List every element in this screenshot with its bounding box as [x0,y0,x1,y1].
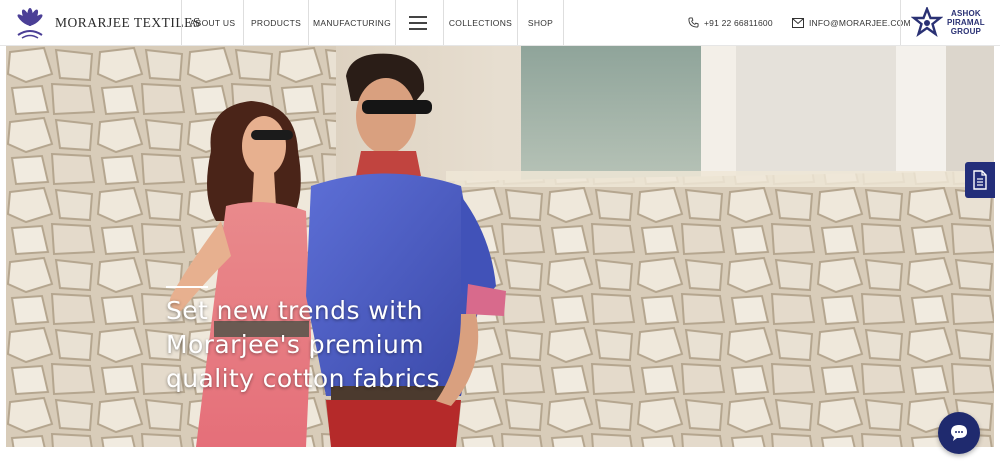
hero-headline: Set new trends with Morarjee's premium q… [166,294,486,396]
headline-line: Set new trends with [166,296,423,325]
group-name: ASHOK PIRAMAL GROUP [947,9,985,36]
email-link[interactable]: INFO@MORARJEE.COM [792,0,911,45]
brochure-button[interactable] [965,162,995,198]
brand[interactable]: MORARJEE TEXTILES [14,4,201,42]
hero-photo [6,46,994,447]
chat-button[interactable] [938,412,980,454]
headline-line: quality cotton fabrics [166,364,440,393]
lotus-logo-icon [17,8,43,39]
nav-divider [395,0,396,45]
email-address: INFO@MORARJEE.COM [809,17,911,28]
star-logo-icon [911,6,943,37]
headline-accent-rule [166,286,208,288]
phone-link[interactable]: +91 22 66811600 [688,0,773,45]
nav-item-collections[interactable]: COLLECTIONS [444,0,517,45]
brand-name: MORARJEE TEXTILES [55,15,201,30]
chat-bubble-icon [951,425,967,441]
nav-item-about-us[interactable]: ABOUT US [182,0,243,45]
phone-number: +91 22 66811600 [704,17,773,28]
nav-item-manufacturing[interactable]: MANUFACTURING [309,0,395,45]
site-header: MORARJEE TEXTILES ABOUT US PRODUCTS MANU… [0,0,1000,46]
ashok-piramal-group-logo[interactable]: ASHOK PIRAMAL GROUP [900,0,1000,45]
document-icon [973,170,987,190]
nav-item-products[interactable]: PRODUCTS [244,0,308,45]
phone-icon [688,17,699,28]
hamburger-icon[interactable] [409,15,429,30]
nav-divider [563,0,564,45]
envelope-icon [792,17,804,28]
hero-banner: Set new trends with Morarjee's premium q… [6,46,994,447]
headline-line: Morarjee's premium [166,330,424,359]
nav-item-shop[interactable]: SHOP [518,0,563,45]
